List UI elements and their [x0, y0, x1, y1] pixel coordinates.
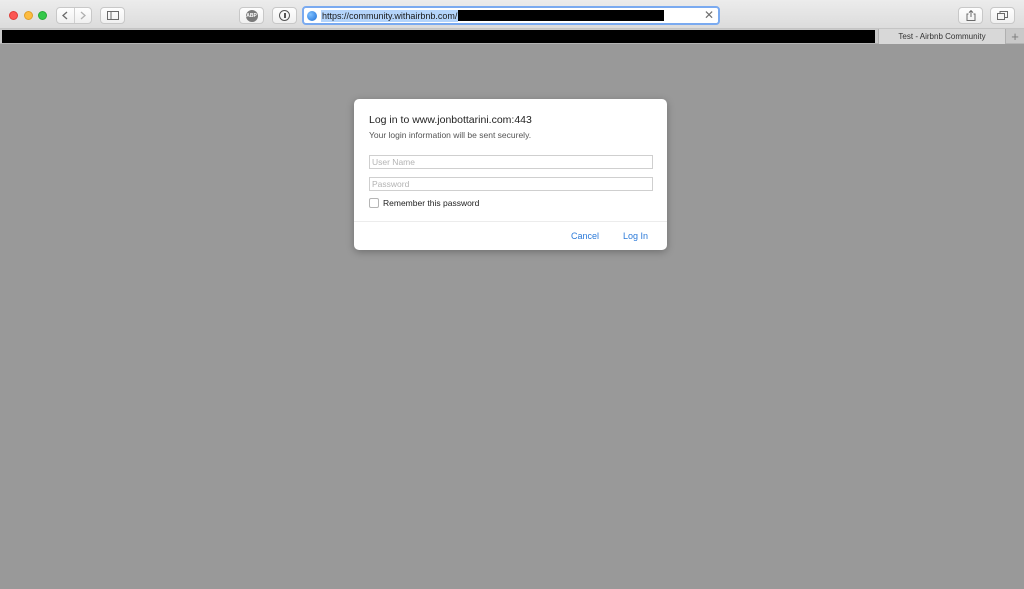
back-button[interactable]: [57, 8, 74, 23]
close-window-button[interactable]: [9, 11, 18, 20]
forward-icon: [80, 11, 86, 20]
login-dialog: Log in to www.jonbottarini.com:443 Your …: [354, 99, 667, 250]
remember-password-label: Remember this password: [383, 197, 480, 208]
forward-button[interactable]: [73, 8, 91, 23]
redacted-url-block: [458, 10, 665, 21]
share-button[interactable]: [958, 7, 983, 24]
tabs-overview-button[interactable]: [990, 7, 1015, 24]
password-manager-button[interactable]: [272, 7, 297, 24]
log-in-button[interactable]: Log In: [623, 231, 648, 241]
minimize-window-button[interactable]: [24, 11, 33, 20]
username-input[interactable]: [369, 155, 653, 169]
sidebar-icon: [106, 11, 119, 20]
tabs-overview-icon: [997, 11, 1008, 20]
tab-redacted[interactable]: [2, 30, 875, 43]
cancel-button[interactable]: Cancel: [571, 231, 599, 241]
tab-bar: Test - Airbnb Community +: [0, 29, 1024, 44]
adblock-button[interactable]: ABP: [239, 7, 264, 24]
share-icon: [966, 10, 975, 21]
dialog-subtitle: Your login information will be sent secu…: [369, 130, 532, 140]
sidebar-button[interactable]: [100, 7, 125, 24]
tab-active[interactable]: Test - Airbnb Community: [878, 29, 1006, 44]
password-input[interactable]: [369, 177, 653, 191]
back-icon: [62, 11, 68, 20]
remember-password-option[interactable]: Remember this password: [369, 197, 479, 208]
adblock-icon: ABP: [245, 9, 258, 22]
address-bar[interactable]: https://community.withairbnb.com/ ✕: [302, 6, 720, 25]
clear-address-icon[interactable]: ✕: [703, 9, 715, 22]
globe-icon: [307, 10, 317, 21]
browser-toolbar: ABP https://community.withairbnb.com/ ✕: [0, 0, 1024, 29]
remember-password-checkbox[interactable]: [369, 197, 379, 208]
dialog-divider: [354, 221, 667, 222]
dialog-title: Log in to www.jonbottarini.com:443: [369, 114, 532, 126]
new-tab-button[interactable]: +: [1006, 29, 1024, 44]
back-forward-group: [56, 7, 92, 24]
browser-window: ABP https://community.withairbnb.com/ ✕ …: [0, 0, 1024, 589]
url-text: https://community.withairbnb.com/: [321, 9, 459, 22]
password-manager-icon: [279, 10, 290, 21]
zoom-window-button[interactable]: [38, 11, 47, 20]
